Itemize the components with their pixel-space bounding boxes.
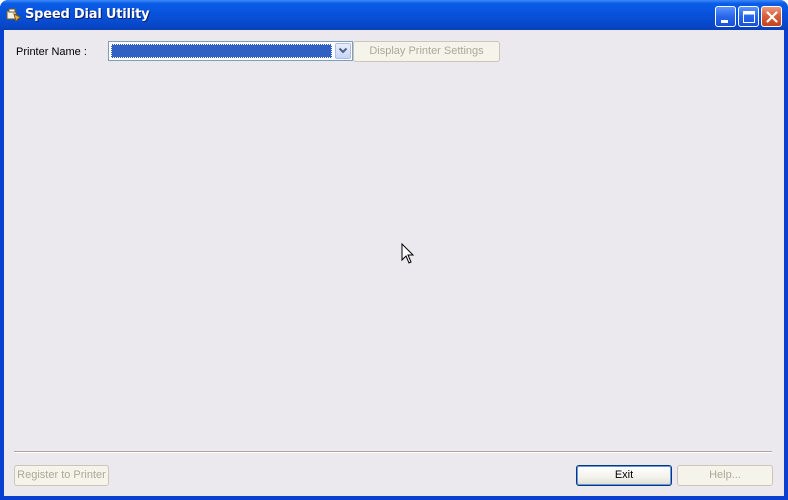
app-icon (6, 8, 21, 22)
help-button[interactable]: Help... (677, 465, 773, 486)
footer-separator (14, 451, 772, 453)
display-printer-settings-button[interactable]: Display Printer Settings (353, 41, 500, 62)
printer-name-label: Printer Name : (16, 46, 87, 58)
dropdown-button[interactable] (335, 43, 351, 59)
title-bar[interactable]: Speed Dial Utility (0, 0, 788, 30)
minimize-button[interactable] (715, 6, 736, 27)
register-to-printer-button[interactable]: Register to Printer (14, 465, 109, 486)
close-button[interactable] (761, 6, 782, 27)
app-window: Speed Dial Utility Printer Name : Displa… (0, 0, 788, 500)
window-title: Speed Dial Utility (25, 7, 150, 22)
maximize-icon (743, 11, 755, 23)
printer-name-value (111, 44, 332, 58)
mouse-cursor-icon (401, 243, 415, 264)
close-icon (766, 11, 778, 23)
minimize-icon (721, 20, 728, 23)
printer-name-select[interactable] (108, 41, 353, 61)
exit-button[interactable]: Exit (576, 465, 672, 486)
maximize-button[interactable] (738, 6, 759, 27)
chevron-down-icon (338, 47, 348, 54)
client-area: Printer Name : Display Printer Settings … (4, 30, 784, 496)
